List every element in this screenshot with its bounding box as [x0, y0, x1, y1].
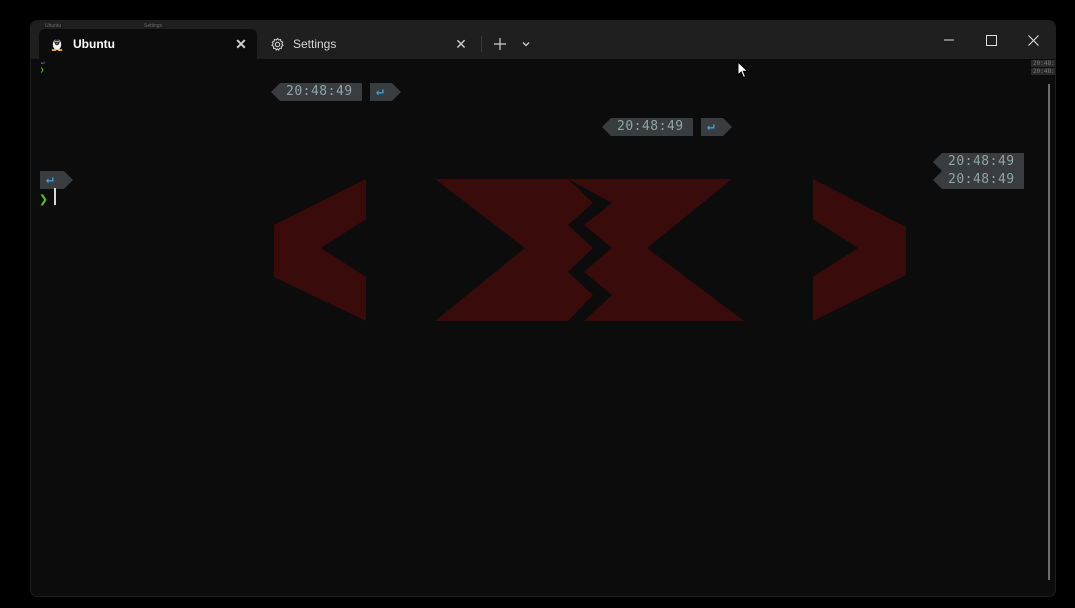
tiny-time-2: 20:48:49 — [1031, 68, 1055, 75]
minimize-button[interactable] — [929, 27, 969, 53]
tab-label: Settings — [293, 37, 337, 51]
x-shape-left — [435, 179, 593, 321]
angle-bracket-art — [274, 179, 906, 321]
return-badge: ↵ — [40, 171, 73, 189]
right-time-2: 20:48:49 — [933, 171, 1024, 189]
new-tab-button[interactable] — [488, 32, 512, 56]
close-tab-button[interactable]: ✕ — [449, 32, 473, 56]
close-tab-button[interactable]: ✕ — [229, 32, 253, 56]
tab-ubuntu[interactable]: Ubuntu ✕ — [39, 29, 257, 59]
close-window-button[interactable] — [1013, 27, 1053, 53]
close-icon — [1027, 34, 1039, 46]
right-time-1: 20:48:49 — [933, 153, 1024, 171]
maximize-icon — [985, 34, 997, 46]
left-angle-shape — [274, 179, 366, 321]
x-shape-right — [568, 179, 744, 321]
tiny-return-badge: ↵ — [41, 59, 45, 66]
minimize-icon — [944, 39, 954, 41]
tab-label: Ubuntu — [73, 37, 115, 51]
prompt-char: ❯ — [39, 190, 49, 208]
linux-penguin-icon — [49, 36, 65, 52]
prompt-status-2: ↵ — [701, 118, 732, 136]
tiny-time-1: 20:48:49 — [1031, 60, 1055, 67]
prompt-status-1: ↵ — [370, 83, 401, 101]
prompt-time-1: 20:48:49 — [271, 83, 362, 101]
mouse-pointer-icon — [737, 61, 749, 79]
terminal-window: Ubuntu Settings Ubuntu ✕ Settings ✕ ↵ ❯ … — [31, 21, 1055, 596]
plus-icon — [494, 38, 506, 50]
chevron-down-icon — [522, 42, 530, 47]
title-bar: Ubuntu Settings Ubuntu ✕ Settings ✕ — [31, 21, 1055, 59]
text-cursor — [54, 188, 56, 205]
prompt-time-2: 20:48:49 — [602, 118, 693, 136]
tiny-prompt-char: ❯ — [40, 66, 45, 74]
right-angle-shape — [813, 179, 906, 321]
terminal-area[interactable]: ↵ ❯ 20:48:49 20:48:49 20:48:49 ↵ 20:48:4… — [31, 59, 1055, 596]
scrollbar[interactable] — [1048, 84, 1050, 580]
tab-dropdown-button[interactable] — [514, 32, 538, 56]
tab-divider — [481, 36, 482, 52]
tab-settings[interactable]: Settings ✕ — [259, 29, 477, 59]
gear-icon — [269, 36, 285, 52]
maximize-button[interactable] — [971, 27, 1011, 53]
